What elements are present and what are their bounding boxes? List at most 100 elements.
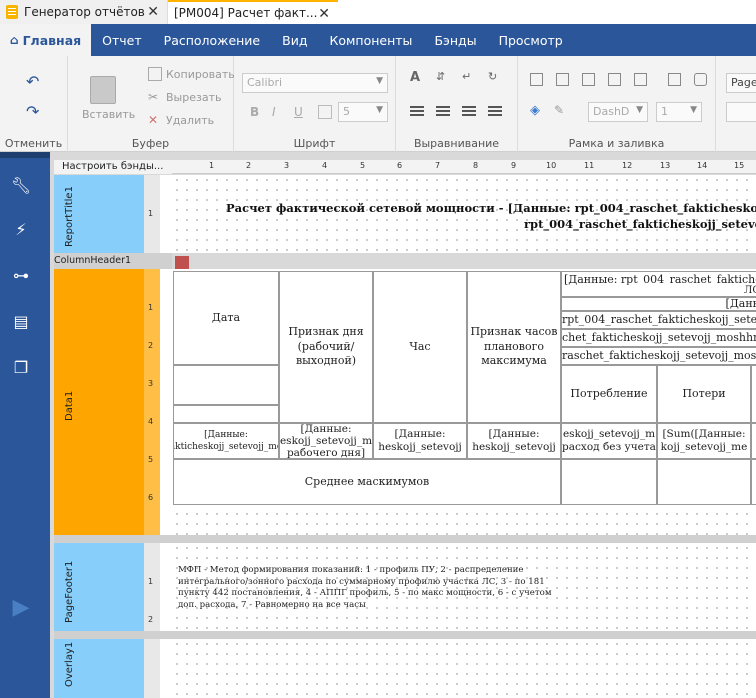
tab-preview[interactable]: Просмотр — [488, 24, 574, 56]
row-cell-losses[interactable]: [Sum([Данные: kojj_setevojj_me — [657, 423, 751, 459]
band-column-header[interactable]: ColumnHeader1 — [54, 253, 172, 269]
method-footnote[interactable]: МФП - Метод формирования показаний: 1 - … — [178, 565, 554, 611]
tab-home[interactable]: ⌂ Главная — [0, 24, 92, 56]
ruler-tick: 3 — [284, 161, 290, 170]
underline-button[interactable]: U — [294, 105, 303, 119]
data-band-canvas[interactable]: Дата Признак дня (рабочий/ выходной) Час… — [172, 269, 756, 535]
border-style-select[interactable]: DashD ▼ — [588, 102, 648, 122]
chevron-down-icon: ▼ — [376, 76, 383, 86]
ribbon-tabs: ⌂ Главная Отчет Расположение Вид Компонен… — [0, 24, 756, 56]
database-icon[interactable]: ▤ — [12, 312, 30, 331]
paste-button[interactable]: Вставить — [82, 108, 135, 121]
fill-color-icon[interactable]: ◈ — [530, 103, 540, 118]
overlay-canvas[interactable] — [172, 639, 756, 698]
tab-view[interactable]: Вид — [271, 24, 318, 56]
cut-button[interactable]: ✂ Вырезать — [148, 90, 221, 104]
pages-icon[interactable]: ❐ — [12, 358, 30, 377]
header-planned-max[interactable]: Признак часов планового максимума — [467, 271, 561, 423]
pen-icon[interactable]: ✎ — [554, 103, 564, 117]
border-left-icon[interactable] — [608, 73, 621, 86]
settings-icon[interactable] — [694, 73, 707, 86]
strikeout-icon[interactable] — [318, 105, 332, 119]
header-data-field[interactable]: [Данн — [561, 297, 756, 311]
header-date-sub2[interactable] — [173, 405, 279, 423]
font-size-select[interactable]: 5 ▼ — [338, 102, 388, 122]
row-cell-hour[interactable]: [Данные: heskojj_setevojj — [373, 423, 467, 459]
lightning-icon[interactable]: ⚡︎ — [12, 220, 30, 239]
border-all-icon[interactable] — [530, 73, 543, 86]
align-center-icon[interactable] — [436, 106, 450, 116]
header-data-field[interactable]: chet_fakticheskojj_setevojj_moshhn — [561, 329, 756, 347]
header-losses[interactable]: Потери — [657, 365, 751, 423]
tab-bands[interactable]: Бэнды — [423, 24, 487, 56]
scissors-icon: ✂ — [148, 90, 159, 104]
header-hour[interactable]: Час — [373, 271, 467, 423]
row-cell-clipped[interactable] — [751, 423, 756, 459]
close-icon[interactable]: ✕ — [318, 6, 330, 22]
row-cell-consumption[interactable]: eskojj_setevojj_m расход без учета — [561, 423, 657, 459]
header-clipped-cell[interactable] — [751, 365, 756, 423]
report-title-canvas[interactable]: Расчет фактической сетевой мощности - [Д… — [172, 175, 756, 253]
tab-report-generator[interactable]: Генератор отчётов ✕ — [0, 0, 168, 24]
border-none-icon[interactable] — [668, 73, 681, 86]
ruler-tick: 9 — [511, 161, 517, 170]
delete-button[interactable]: ✕ Удалить — [148, 113, 214, 127]
setup-bands-button[interactable]: Настроить бэнды... — [54, 160, 172, 174]
tool-sidebar: 🔧︎ ⚡︎ ⊶ ▤ ❐ ▶ — [0, 152, 50, 698]
page-select[interactable]: Page — [726, 73, 756, 93]
border-right-icon[interactable] — [634, 73, 647, 86]
tab-report[interactable]: Отчет — [91, 24, 152, 56]
redo-icon[interactable]: ↷ — [26, 102, 39, 121]
align-right-icon[interactable] — [462, 106, 476, 116]
home-icon: ⌂ — [10, 33, 19, 47]
copy-button[interactable]: Копировать — [148, 67, 235, 81]
row-cell-day-type[interactable]: [Данные: eskojj_setevojj_m рабочего дня] — [279, 423, 373, 459]
wordwrap-icon[interactable]: ↵ — [462, 70, 471, 83]
header-data-field[interactable]: rpt_004_raschet_fakticheskojj_setevojj_ — [561, 311, 756, 329]
page-footer-canvas[interactable]: МФП - Метод формирования показаний: 1 - … — [172, 543, 756, 631]
border-width-select[interactable]: 1 ▼ — [656, 102, 702, 122]
report-title-line2[interactable]: rpt_004_raschet_fakticheskojj_setevojj_ — [524, 217, 756, 231]
ruler-tick: 10 — [546, 161, 557, 170]
band-handle[interactable] — [175, 256, 189, 270]
header-date[interactable]: Дата — [173, 271, 279, 365]
rotate-icon[interactable]: ↻ — [488, 70, 497, 83]
report-title-line1[interactable]: Расчет фактической сетевой мощности - [Д… — [226, 201, 756, 215]
font-name-select[interactable]: Calibri ▼ — [242, 73, 388, 93]
align-justify-icon[interactable] — [488, 106, 502, 116]
ruler-tick: 4 — [322, 161, 328, 170]
undo-icon[interactable]: ↶ — [26, 72, 39, 91]
row-average-consumption[interactable] — [561, 459, 657, 505]
header-consumption[interactable]: Потребление — [561, 365, 657, 423]
border-fill-group-label: Рамка и заливка — [568, 137, 665, 150]
text-format-icon[interactable]: A — [410, 70, 420, 85]
tab-components[interactable]: Компоненты — [318, 24, 423, 56]
text-vertical-icon[interactable]: ⇵ — [436, 70, 445, 83]
undo-group-label: Отменить — [4, 137, 63, 150]
row-cell-planned-max[interactable]: [Данные: heskojj_setevojj — [467, 423, 561, 459]
border-bottom-icon[interactable] — [582, 73, 595, 86]
ruler-tick: 14 — [697, 161, 708, 170]
row-average-losses[interactable] — [657, 459, 751, 505]
header-day-type[interactable]: Признак дня (рабочий/ выходной) — [279, 271, 373, 423]
header-date-sub[interactable] — [173, 365, 279, 405]
page-size-select[interactable] — [726, 102, 756, 122]
row-cell-date[interactable]: [Данные: akticheskojj_setevojj_mo — [173, 423, 279, 459]
wrench-icon[interactable]: 🔧︎ — [11, 176, 31, 195]
row-average-label[interactable]: Среднее маскимумов — [173, 459, 561, 505]
play-icon[interactable]: ▶ — [12, 595, 30, 620]
close-icon[interactable]: ✕ — [147, 4, 159, 20]
header-data-field-ls[interactable]: ЛС — [561, 285, 756, 297]
italic-button[interactable]: I — [272, 105, 276, 119]
border-top-icon[interactable] — [556, 73, 569, 86]
bold-button[interactable]: B — [250, 105, 259, 119]
paste-icon[interactable] — [90, 76, 116, 104]
header-data-field[interactable]: raschet_fakticheskojj_setevojj_mosh — [561, 347, 756, 365]
ruler-tick: 2 — [246, 161, 252, 170]
align-left-icon[interactable] — [410, 106, 424, 116]
tab-report-document[interactable]: [PM004] Расчет факт... ✕ — [168, 0, 338, 24]
row-average-clipped[interactable] — [751, 459, 756, 505]
tab-layout[interactable]: Расположение — [153, 24, 271, 56]
tree-icon[interactable]: ⊶ — [12, 266, 30, 285]
ruler-tick: 8 — [473, 161, 479, 170]
